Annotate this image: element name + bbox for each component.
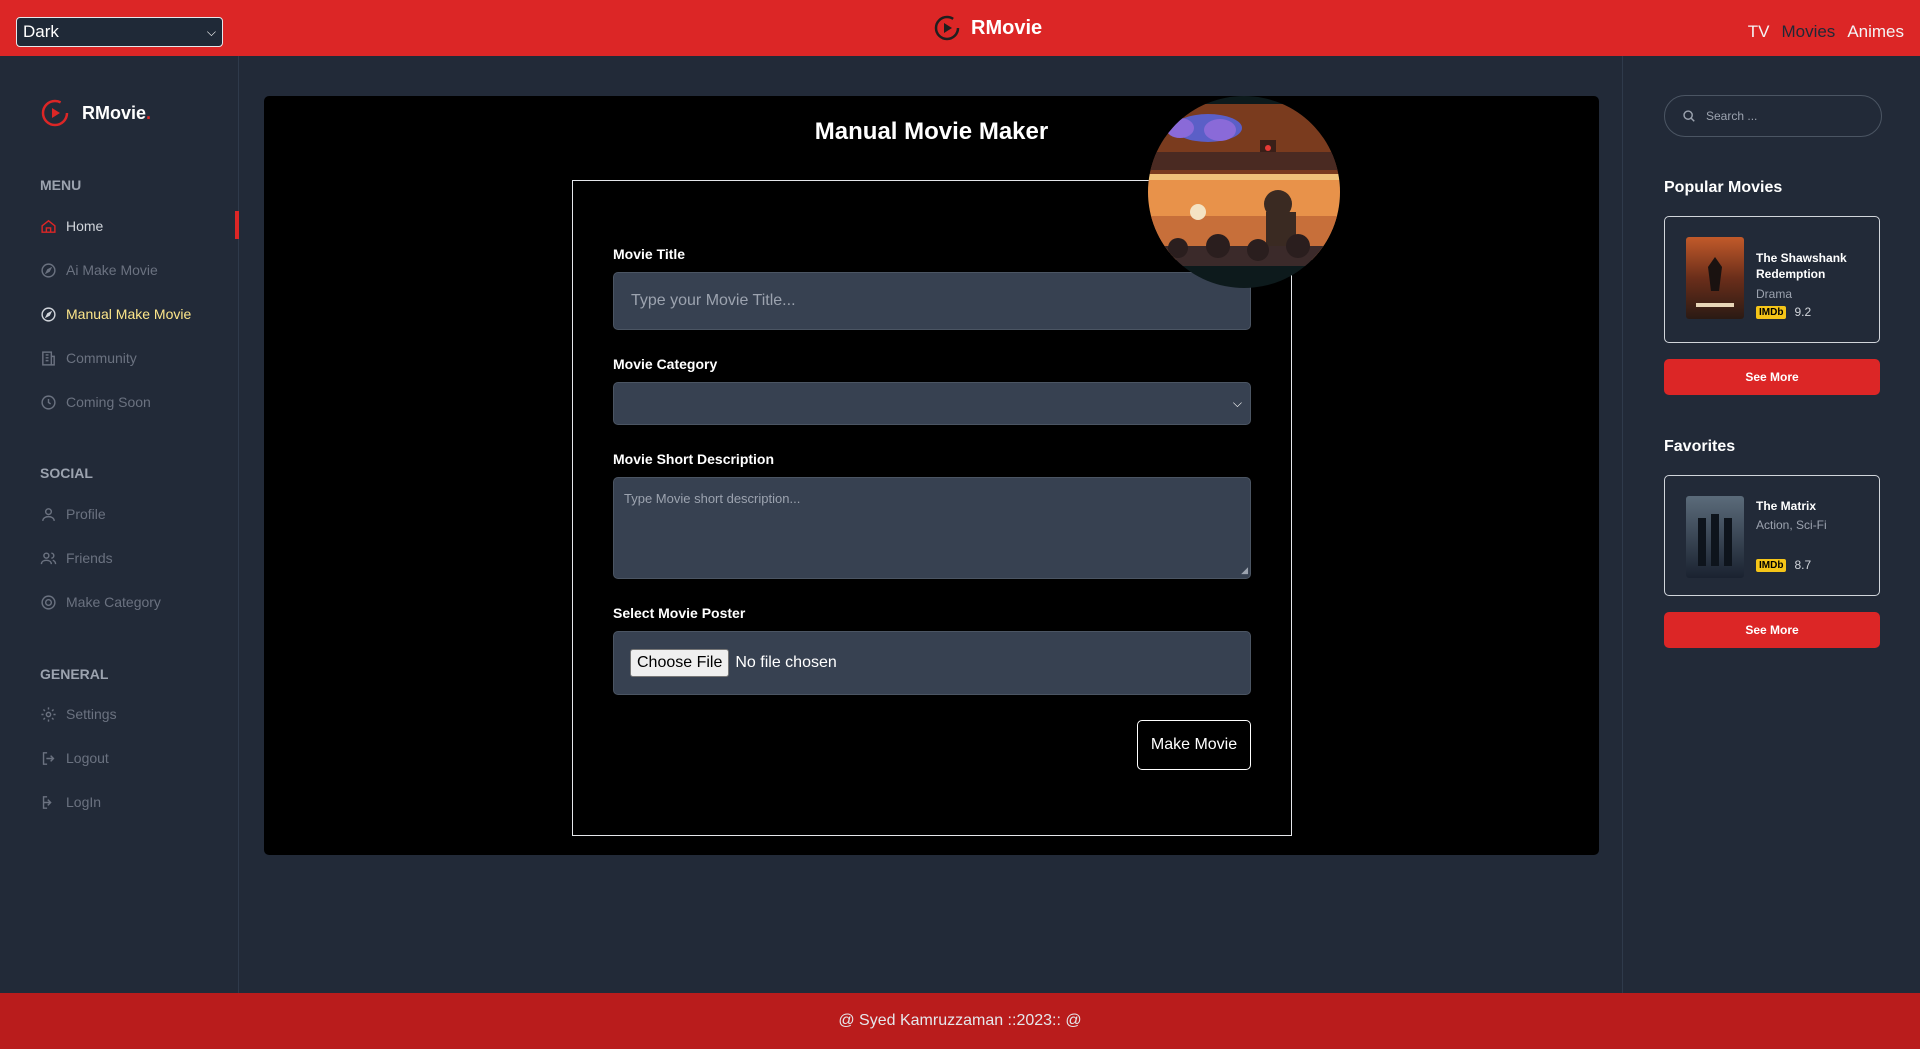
main-card: Manual Movie Maker Movie Title Type your… [264, 96, 1599, 855]
imdb-badge: IMDb [1756, 558, 1787, 572]
rating-value: 8.7 [1794, 558, 1812, 572]
theme-select-value: Dark [23, 22, 59, 41]
sidebar-item-friends[interactable]: Friends [40, 548, 113, 568]
nav-tv-link[interactable]: TV [1748, 22, 1770, 42]
movie-poster-label: Select Movie Poster [613, 605, 746, 621]
sidebar-item-label: Profile [66, 506, 106, 522]
top-nav: TV Movies Animes [1748, 22, 1904, 42]
movie-description-label: Movie Short Description [613, 451, 775, 467]
choose-file-button[interactable]: Choose File [630, 649, 730, 677]
users-icon [40, 551, 57, 564]
sidebar-item-label: Ai Make Movie [66, 262, 158, 278]
clock-icon [41, 394, 56, 410]
sidebar-item-make-category[interactable]: Make Category [40, 592, 161, 612]
popular-see-more-button[interactable]: See More [1664, 359, 1880, 395]
social-section-label: SOCIAL [40, 465, 93, 481]
building-icon [42, 350, 55, 366]
rating-value: 9.2 [1794, 305, 1812, 319]
movie-rating: IMDb 8.7 [1756, 558, 1811, 572]
favorites-title: Favorites [1664, 438, 1736, 455]
theme-select[interactable]: Dark ⌵ [16, 17, 223, 47]
sidebar-item-label: LogIn [66, 794, 102, 810]
favorites-see-more-button[interactable]: See More [1664, 612, 1880, 648]
popular-movies-title: Popular Movies [1664, 179, 1783, 196]
left-sidebar: RMovie. MENU Home Ai Make Movie Manual M… [0, 56, 239, 993]
movie-rating: IMDb 9.2 [1756, 305, 1811, 319]
sidebar-item-community[interactable]: Community [40, 348, 137, 368]
movie-description-placeholder: Type Movie short description... [624, 491, 801, 506]
movie-genre: Action, Sci-Fi [1756, 518, 1827, 532]
movie-category-label: Movie Category [613, 356, 718, 372]
sidebar-brand[interactable]: RMovie. [40, 98, 151, 128]
movie-title-input[interactable]: Type your Movie Title... [613, 272, 1251, 330]
home-icon [41, 219, 56, 233]
sidebar-item-login[interactable]: LogIn [40, 792, 101, 812]
movie-form: Movie Title Type your Movie Title... Mov… [572, 180, 1292, 836]
page-title: Manual Movie Maker [814, 118, 1049, 145]
search-placeholder: Search ... [1706, 109, 1758, 123]
gear-icon [41, 706, 56, 722]
sidebar-item-label: Community [66, 350, 137, 366]
movie-title-label: Movie Title [613, 246, 686, 262]
top-brand-name: RMovie [971, 16, 1043, 39]
file-status: No file chosen [735, 654, 837, 671]
login-icon [42, 795, 52, 809]
general-section-label: GENERAL [40, 666, 109, 682]
user-icon [42, 507, 55, 521]
footer: @ Syed Kamruzzaman ::2023:: @ [0, 993, 1920, 1049]
movie-title: The Matrix [1756, 499, 1817, 513]
target-icon [41, 594, 56, 610]
sidebar-item-label: Home [66, 218, 104, 234]
favorite-movie-card[interactable]: The Matrix Action, Sci-Fi IMDb 8.7 [1664, 475, 1880, 596]
sidebar-item-label: Make Category [66, 594, 161, 610]
sidebar-item-ai-make-movie[interactable]: Ai Make Movie [40, 260, 158, 280]
sidebar-brand-name: RMovie. [82, 102, 152, 123]
chevron-down-icon: ⌵ [206, 24, 216, 39]
sidebar-item-label: Logout [66, 750, 109, 766]
menu-section-label: MENU [40, 177, 82, 193]
sidebar-item-label: Coming Soon [66, 394, 151, 410]
play-circle-logo-icon [934, 15, 960, 41]
sidebar-item-profile[interactable]: Profile [40, 504, 106, 524]
movie-title-placeholder: Type your Movie Title... [631, 292, 796, 309]
resize-grip-icon[interactable]: ◢ [1241, 565, 1248, 576]
sidebar-item-label: Settings [66, 706, 117, 722]
compass-icon [41, 306, 56, 322]
movie-description-textarea[interactable]: Type Movie short description... ◢ [613, 477, 1251, 579]
imdb-badge: IMDb [1756, 305, 1787, 319]
sidebar-item-settings[interactable]: Settings [40, 704, 117, 724]
footer-text: @ Syed Kamruzzaman ::2023:: @ [838, 1012, 1082, 1029]
play-circle-logo-icon [41, 99, 69, 127]
sidebar-item-logout[interactable]: Logout [40, 748, 109, 768]
decorative-movie-art [1148, 96, 1340, 288]
movie-title: The Shawshank Redemption [1756, 251, 1847, 281]
movie-genre: Drama [1756, 287, 1793, 301]
search-input[interactable]: Search ... [1664, 95, 1882, 137]
nav-movies-link[interactable]: Movies [1781, 22, 1835, 42]
movie-poster-image [1686, 496, 1744, 578]
sidebar-item-label: Friends [66, 550, 113, 566]
sidebar-item-label: Manual Make Movie [66, 306, 192, 322]
sidebar-item-manual-make-movie[interactable]: Manual Make Movie [40, 304, 191, 324]
logout-icon [42, 751, 55, 765]
compass-icon [41, 262, 56, 278]
sidebar-item-coming-soon[interactable]: Coming Soon [40, 392, 151, 412]
movie-poster-image [1686, 237, 1744, 319]
search-icon [1683, 110, 1695, 122]
popular-movie-card[interactable]: The Shawshank Redemption Drama IMDb 9.2 [1664, 216, 1880, 343]
make-movie-button[interactable]: Make Movie [1137, 720, 1251, 770]
nav-animes-link[interactable]: Animes [1847, 22, 1904, 42]
top-bar: Dark ⌵ RMovie TV Movies Animes [0, 0, 1920, 56]
chevron-down-icon: ⌵ [1232, 396, 1242, 410]
movie-poster-file-input[interactable]: Choose File No file chosen [613, 631, 1251, 695]
top-brand[interactable]: RMovie [933, 14, 1042, 42]
movie-category-select[interactable]: ⌵ [613, 382, 1251, 425]
sidebar-item-home[interactable]: Home [40, 216, 103, 236]
active-indicator [235, 211, 239, 239]
right-sidebar: Search ... Popular Movies The Shawshank … [1622, 56, 1920, 993]
